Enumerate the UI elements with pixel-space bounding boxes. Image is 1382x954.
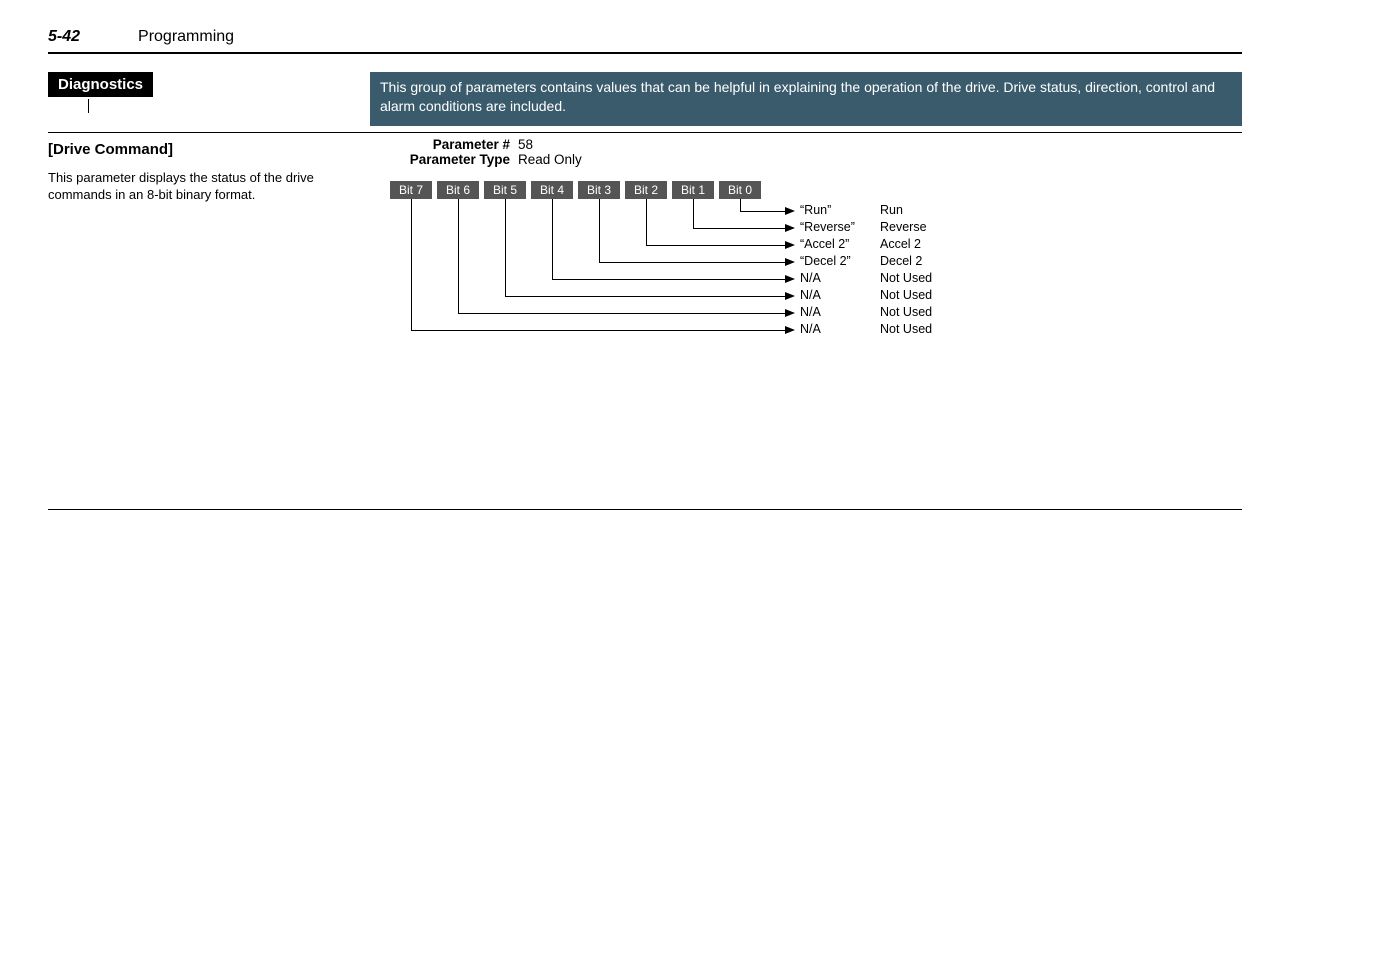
bit-meaning-label: Reverse — [880, 220, 927, 234]
arrow-icon — [785, 326, 795, 334]
connector-hline — [458, 313, 785, 314]
bit-display-label: “Reverse” — [800, 220, 855, 234]
page-header: 5-42 Programming — [48, 28, 1242, 52]
bit-display-label: “Accel 2” — [800, 237, 849, 251]
connector-hline — [552, 279, 785, 280]
arrow-icon — [785, 207, 795, 215]
bit-meaning-label: Decel 2 — [880, 254, 922, 268]
section-title: Programming — [138, 28, 234, 46]
bits-diagram: Bit 7 Bit 6 Bit 5 Bit 4 Bit 3 Bit 2 Bit 1 Bit 0… — [390, 181, 1242, 359]
bit-box-bit4: Bit 4 — [531, 181, 573, 199]
page: 5-42 Programming Diagnostics This group … — [0, 0, 1382, 510]
arrow-icon — [785, 309, 795, 317]
group-banner: This group of parameters contains values… — [370, 72, 1242, 126]
parameter-title: [Drive Command] — [48, 141, 370, 158]
parameter-number-row: Parameter # 58 — [390, 137, 1242, 152]
connector-vline — [552, 199, 553, 279]
parameter-type-value: Read Only — [518, 152, 582, 167]
connector-hline — [599, 262, 785, 263]
bit-display-label: N/A — [800, 271, 821, 285]
bit-box-bit1: Bit 1 — [672, 181, 714, 199]
parameter-left-column: [Drive Command] This parameter displays … — [48, 137, 390, 359]
connector-vline — [693, 199, 694, 228]
parameter-description: This parameter displays the status of th… — [48, 170, 370, 204]
connector-hline — [740, 211, 785, 212]
connector-vline — [411, 199, 412, 330]
bit-display-label: N/A — [800, 288, 821, 302]
parameter-number-value: 58 — [518, 137, 533, 152]
arrow-icon — [785, 241, 795, 249]
group-row: Diagnostics This group of parameters con… — [48, 72, 1242, 126]
bits-row: Bit 7 Bit 6 Bit 5 Bit 4 Bit 3 Bit 2 Bit 1 Bit 0 — [390, 181, 1242, 199]
bit-meaning-label: Not Used — [880, 305, 932, 319]
connector-vline — [458, 199, 459, 313]
bit-display-label: N/A — [800, 322, 821, 336]
connector-vline — [740, 199, 741, 211]
bit-meaning-label: Not Used — [880, 288, 932, 302]
parameter-type-row: Parameter Type Read Only — [390, 152, 1242, 167]
bit-display-label: N/A — [800, 305, 821, 319]
bit-box-bit3: Bit 3 — [578, 181, 620, 199]
arrow-icon — [785, 258, 795, 266]
bit-box-bit0: Bit 0 — [719, 181, 761, 199]
arrow-icon — [785, 292, 795, 300]
bit-display-label: “Run” — [800, 203, 831, 217]
parameter-type-label: Parameter Type — [390, 152, 518, 167]
connector-vline — [505, 199, 506, 296]
parameter-area: [Drive Command] This parameter displays … — [48, 137, 1242, 359]
connector-hline — [411, 330, 785, 331]
bit-box-bit2: Bit 2 — [625, 181, 667, 199]
bit-box-bit6: Bit 6 — [437, 181, 479, 199]
divider-top — [48, 132, 1242, 133]
connector-hline — [693, 228, 785, 229]
header-rule — [48, 52, 1242, 54]
bit-meaning-label: Accel 2 — [880, 237, 921, 251]
page-number: 5-42 — [48, 28, 80, 46]
bit-meaning-label: Run — [880, 203, 903, 217]
bit-meaning-label: Not Used — [880, 271, 932, 285]
arrow-icon — [785, 275, 795, 283]
connector-hline — [505, 296, 785, 297]
tab-tick-mark — [88, 99, 89, 113]
bit-meaning-label: Not Used — [880, 322, 932, 336]
parameter-number-label: Parameter # — [390, 137, 518, 152]
arrow-icon — [785, 224, 795, 232]
bits-lines-area: “Run” Run “Reverse” Reverse “Accel 2” Accel 2… — [390, 199, 1242, 359]
connector-vline — [599, 199, 600, 262]
bit-box-bit7: Bit 7 — [390, 181, 432, 199]
divider-bottom — [48, 509, 1242, 510]
parameter-right-column: Parameter # 58 Parameter Type Read Only … — [390, 137, 1242, 359]
bit-display-label: “Decel 2” — [800, 254, 851, 268]
bit-box-bit5: Bit 5 — [484, 181, 526, 199]
connector-hline — [646, 245, 785, 246]
tab-column: Diagnostics — [48, 72, 370, 113]
group-tab: Diagnostics — [48, 72, 153, 97]
connector-vline — [646, 199, 647, 245]
